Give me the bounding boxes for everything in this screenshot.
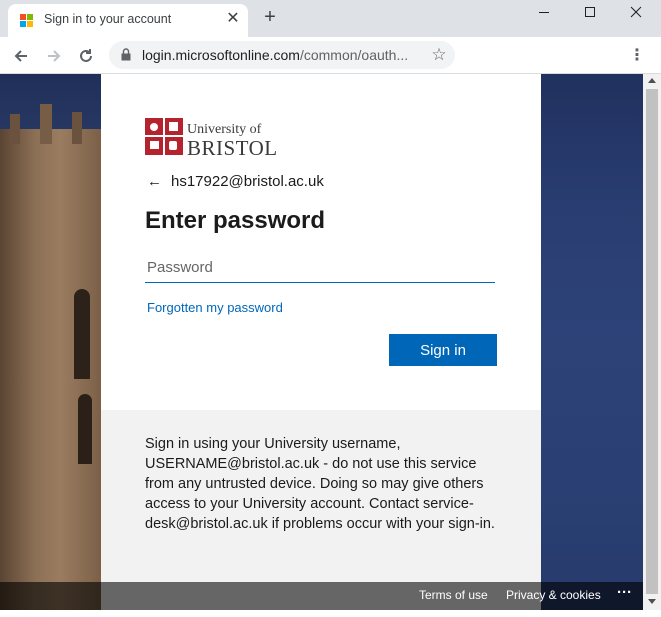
more-options-icon[interactable]: ··· [617,584,632,601]
browser-window: Sign in to your account ✕ + login.micros… [0,0,661,617]
page-title: Enter password [145,207,326,234]
sign-in-button[interactable]: Sign in [389,334,497,366]
university-logo: University of BRISTOL [145,118,278,160]
tab-title: Sign in to your account [44,12,172,26]
sign-in-card: University of BRISTOL ← hs17922@bristol.… [101,74,541,410]
info-text: Sign in using your University username, … [145,436,495,532]
back-arrow-icon[interactable]: ← [147,173,167,191]
arrow-left-icon [14,50,27,62]
scroll-up-icon[interactable] [648,78,656,83]
microsoft-logo-icon [20,14,34,28]
background-photo-sky [541,74,643,610]
tab-sign-in[interactable]: Sign in to your account ✕ [8,4,248,37]
crest-icon [145,118,183,155]
page-viewport: University of BRISTOL ← hs17922@bristol.… [0,74,643,610]
minimize-button[interactable] [521,0,567,24]
page-footer: Terms of use Privacy & cookies ··· [0,582,643,610]
privacy-cookies-link[interactable]: Privacy & cookies [506,588,601,602]
scroll-down-icon[interactable] [648,599,656,604]
terms-of-use-link[interactable]: Terms of use [419,588,488,602]
user-identity: hs17922@bristol.ac.uk [171,173,324,190]
page-scrollbar[interactable] [643,74,661,610]
url-text: login.microsoftonline.com/common/oauth..… [142,47,418,63]
forward-button[interactable] [41,43,67,69]
url-host: login.microsoftonline.com [142,47,300,63]
back-button[interactable] [8,43,34,69]
info-panel: Sign in using your University username, … [101,410,541,582]
lock-icon [121,48,131,61]
browser-menu-icon[interactable]: ⋮ [626,45,648,67]
forgot-password-link[interactable]: Forgotten my password [147,300,283,315]
maximize-icon [585,7,595,17]
close-icon [630,6,642,18]
scrollbar-thumb[interactable] [646,89,658,594]
reload-icon [80,49,92,62]
bookmark-star-icon[interactable]: ☆ [429,45,449,65]
new-tab-button[interactable]: + [259,6,281,28]
tab-close-icon[interactable]: ✕ [224,10,242,28]
logo-text-line2: BRISTOL [187,136,278,160]
address-bar[interactable]: login.microsoftonline.com/common/oauth..… [109,41,455,69]
window-close-button[interactable] [613,0,659,24]
reload-button[interactable] [73,43,99,69]
password-field[interactable] [145,252,495,283]
arrow-right-icon [48,50,61,62]
maximize-button[interactable] [567,0,613,24]
tab-strip: Sign in to your account ✕ + [0,0,661,37]
url-path: /common/oauth... [299,47,409,63]
minimize-icon [539,12,549,13]
background-photo-tower [0,74,101,610]
browser-toolbar: login.microsoftonline.com/common/oauth..… [0,37,661,74]
